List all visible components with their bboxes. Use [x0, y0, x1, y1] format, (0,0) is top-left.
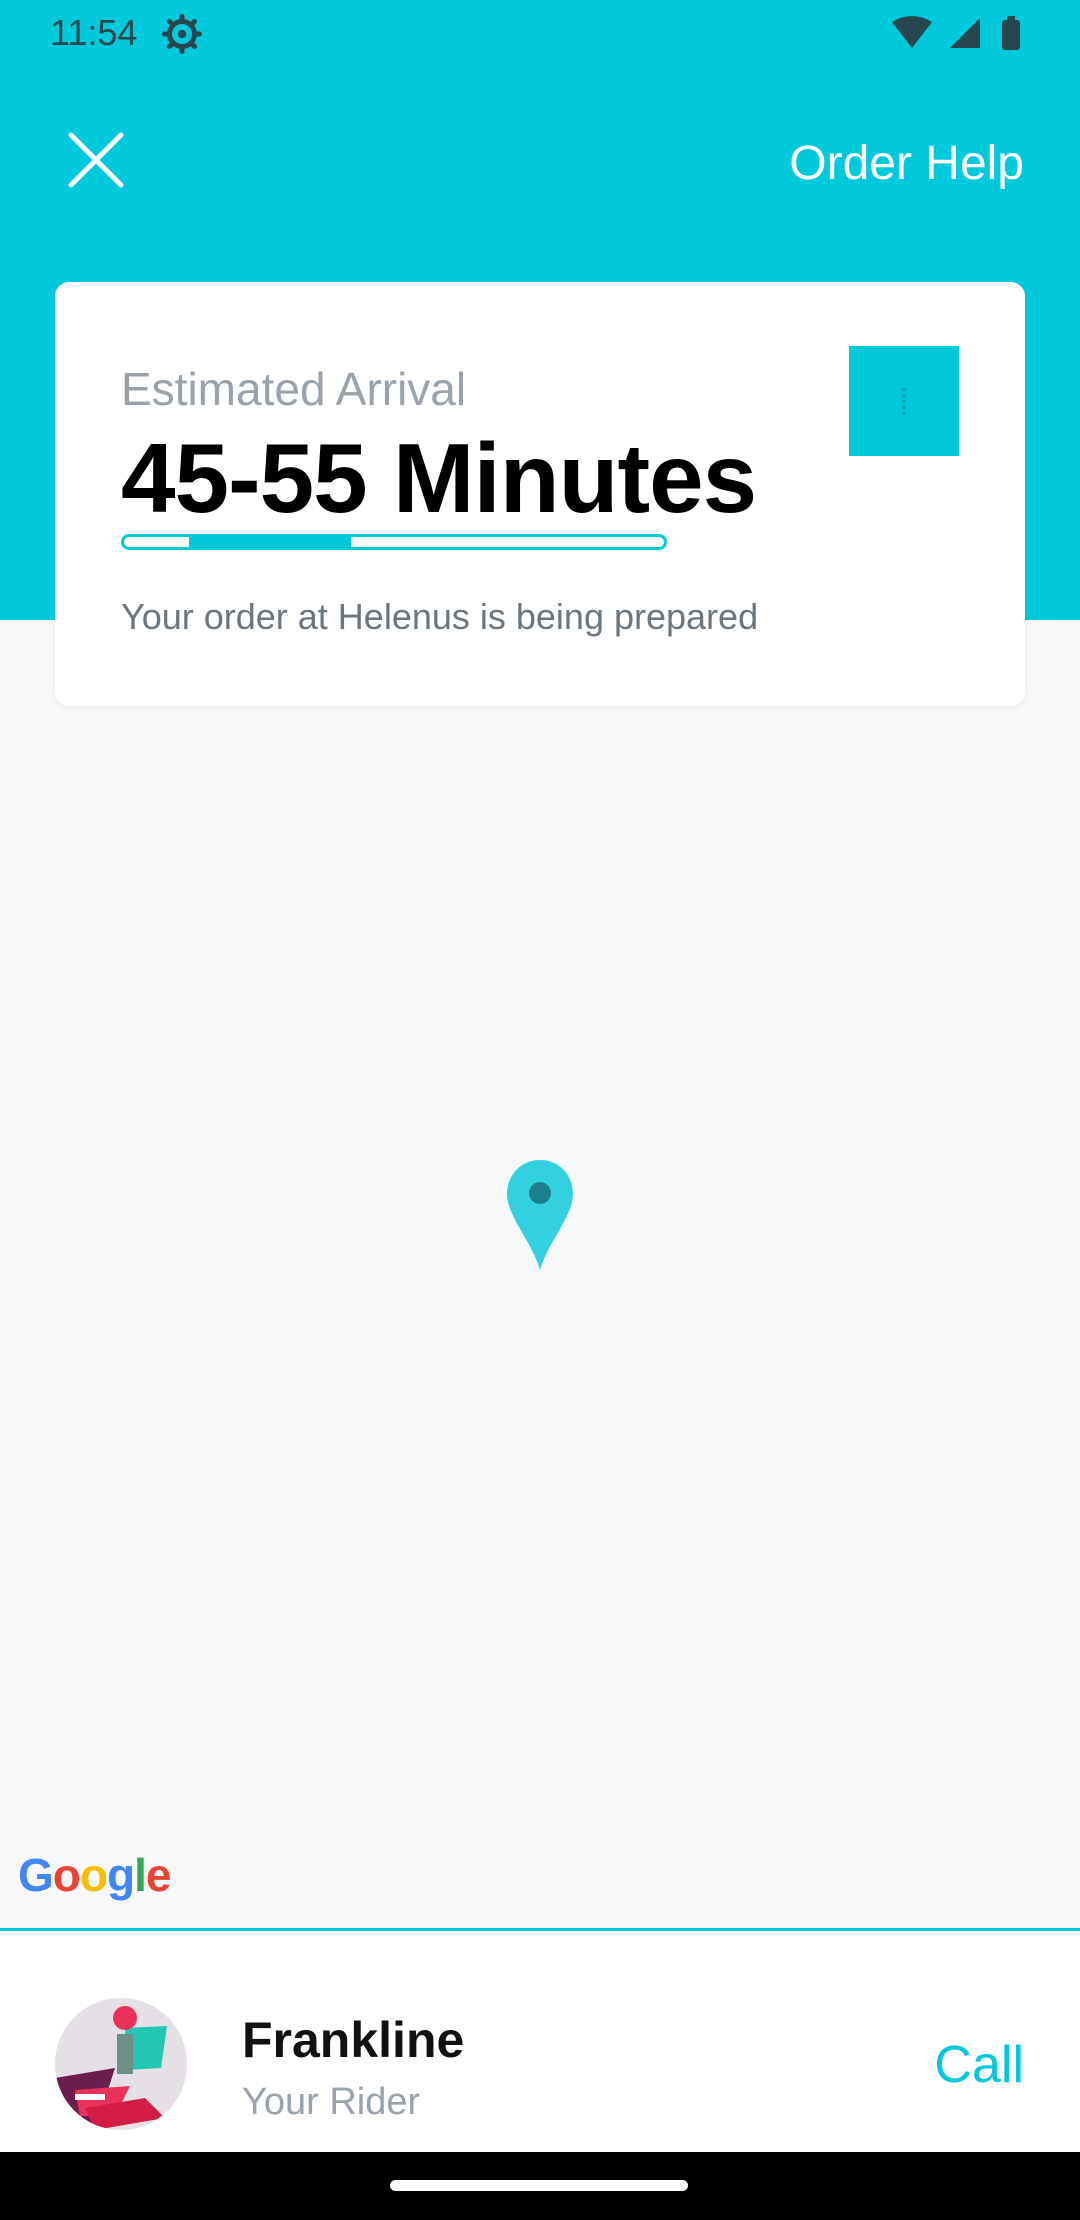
- order-help-button[interactable]: Order Help: [789, 136, 1024, 191]
- settings-gear-icon: [162, 14, 202, 54]
- rider-role: Your Rider: [242, 2081, 421, 2123]
- status-illustration: [849, 346, 959, 456]
- wifi-icon: [892, 16, 932, 48]
- status-time: 11:54: [50, 12, 138, 53]
- battery-icon: [1002, 20, 1020, 50]
- google-logo-text: Google: [18, 1849, 171, 1901]
- call-button[interactable]: Call: [934, 2035, 1024, 2095]
- order-status-message: Your order at Helenus is being prepared: [121, 596, 759, 637]
- eta-value: 45-55 Minutes: [121, 423, 757, 533]
- signal-icon: [950, 18, 980, 48]
- status-bar: 11:54: [0, 0, 1080, 66]
- eta-label: Estimated Arrival: [121, 363, 467, 415]
- google-attribution: Google: [18, 1848, 171, 1902]
- rider-illustration-icon: [55, 1998, 187, 2130]
- eta-progress-bar: [121, 534, 667, 550]
- status-icons: [892, 16, 1020, 50]
- eta-progress-fill: [188, 537, 351, 547]
- navigation-bar: [0, 2152, 1080, 2220]
- loading-dots-icon: [902, 388, 906, 416]
- eta-card: Estimated Arrival 45-55 Minutes Your ord…: [55, 282, 1025, 706]
- map-pin-icon: [507, 1160, 573, 1270]
- home-indicator[interactable]: [390, 2180, 688, 2191]
- rider-name: Frankline: [242, 2012, 465, 2068]
- close-icon[interactable]: [66, 130, 126, 190]
- rider-avatar: [55, 1998, 187, 2130]
- rider-panel: Frankline Your Rider Call: [0, 1928, 1080, 2155]
